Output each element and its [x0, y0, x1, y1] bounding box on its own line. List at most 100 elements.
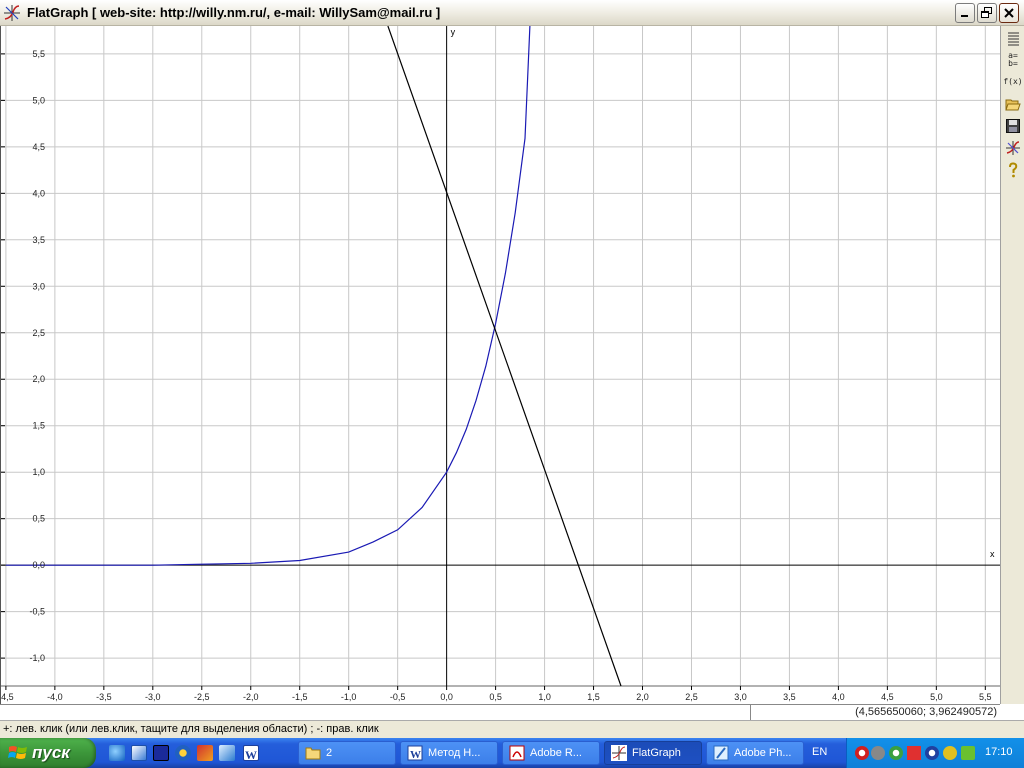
- series-line-1: [5, 25, 531, 566]
- word-quicklaunch-icon[interactable]: W: [243, 745, 259, 762]
- x-tick-label: -3,5: [96, 692, 112, 702]
- minimize-icon: [961, 15, 968, 17]
- task-word[interactable]: W Метод Н...: [400, 741, 498, 765]
- flatgraph-app-icon[interactable]: [3, 4, 21, 22]
- system-tray: 17:10: [846, 738, 1024, 768]
- axes: xy: [1, 26, 1000, 687]
- task-folder[interactable]: 2: [298, 741, 396, 765]
- x-tick-label: 3,0: [734, 692, 747, 702]
- x-axis-label: x: [990, 549, 995, 559]
- save-icon: [1006, 119, 1020, 133]
- ie-quicklaunch-icon[interactable]: [109, 745, 125, 761]
- x-tick-label: -2,0: [243, 692, 259, 702]
- x-tick-label: 5,5: [979, 692, 992, 702]
- graph-canvas[interactable]: xy -4,5-4,0-3,5-3,0-2,5-2,0-1,5-1,0-0,50…: [0, 25, 1000, 704]
- task-label: Adobe Ph...: [734, 747, 792, 759]
- close-icon: [1004, 8, 1014, 18]
- media-player-quicklaunch-icon[interactable]: [175, 745, 191, 761]
- list-button[interactable]: [1003, 28, 1023, 48]
- y-tick-label: 2,5: [32, 328, 45, 338]
- network-tray-icon[interactable]: [889, 746, 903, 760]
- minimize-button[interactable]: [955, 3, 975, 23]
- word-glyph: W: [245, 748, 257, 762]
- x-tick-label: 5,0: [930, 692, 943, 702]
- curves: [5, 25, 622, 687]
- coordinates-row: (4,565650060; 3,962490572): [0, 704, 1000, 721]
- taskbar: пуск W 2 W Метод Н... Adobe R... FlatGra…: [0, 738, 1024, 768]
- plot-svg[interactable]: xy -4,5-4,0-3,5-3,0-2,5-2,0-1,5-1,0-0,50…: [0, 25, 1000, 704]
- task-label: FlatGraph: [632, 747, 681, 759]
- app-quicklaunch-icon[interactable]: [153, 745, 169, 761]
- task-photoshop[interactable]: Adobe Ph...: [706, 741, 804, 765]
- series-line-2: [387, 25, 622, 687]
- x-tick-label: 1,5: [587, 692, 600, 702]
- x-tick-label: 2,5: [685, 692, 698, 702]
- task-acrobat[interactable]: Adobe R...: [502, 741, 600, 765]
- open-button[interactable]: [1003, 94, 1023, 114]
- svg-text:W: W: [245, 748, 257, 761]
- restore-icon: [981, 7, 992, 18]
- start-label: пуск: [32, 743, 70, 762]
- language-indicator[interactable]: EN: [812, 746, 827, 758]
- x-tick-label: -1,5: [292, 692, 308, 702]
- y-tick-label: 2,0: [32, 374, 45, 384]
- media-tray-icon[interactable]: [871, 746, 885, 760]
- help-button[interactable]: [1003, 160, 1023, 180]
- svg-text:W: W: [410, 749, 421, 761]
- status-bar: +: лев. клик (или лев.клик, тащите для в…: [0, 720, 1024, 738]
- update-tray-icon[interactable]: [907, 746, 921, 760]
- y-tick-label: 3,0: [32, 281, 45, 291]
- graph-icon: [1006, 141, 1020, 155]
- list-icon: [1008, 32, 1019, 46]
- acrobat-icon: [509, 745, 525, 761]
- function-button[interactable]: f(x): [1003, 72, 1023, 92]
- x-tick-label: -2,5: [194, 692, 210, 702]
- x-tick-label: -1,0: [341, 692, 357, 702]
- y-tick-label: -0,5: [29, 607, 45, 617]
- close-button[interactable]: [999, 3, 1019, 23]
- y-tick-label: 1,0: [32, 467, 45, 477]
- battery-tray-icon[interactable]: [961, 746, 975, 760]
- folder-icon: [305, 747, 321, 760]
- y-tick-label: 4,0: [32, 188, 45, 198]
- y-tick-label: 0,5: [32, 514, 45, 524]
- assign-icon: a= b=: [1008, 51, 1018, 68]
- y-tick-label: -1,0: [29, 653, 45, 663]
- x-tick-label: 3,5: [783, 692, 796, 702]
- x-tick-label: 1,0: [538, 692, 551, 702]
- restore-button[interactable]: [977, 3, 997, 23]
- x-tick-label: 0,0: [440, 692, 453, 702]
- task-flatgraph[interactable]: FlatGraph: [604, 741, 702, 765]
- clock: 17:10: [985, 746, 1013, 758]
- coordinates-readout: (4,565650060; 3,962490572): [750, 705, 1000, 721]
- start-button[interactable]: пуск: [0, 738, 96, 768]
- tool-quicklaunch-icon[interactable]: [197, 745, 213, 761]
- grid-lines: [1, 26, 1000, 686]
- title-bar[interactable]: FlatGraph [ web-site: http://willy.nm.ru…: [0, 0, 1024, 26]
- x-tick-label: 2,0: [636, 692, 649, 702]
- window-title: FlatGraph [ web-site: http://willy.nm.ru…: [27, 5, 441, 20]
- bluetooth-tray-icon[interactable]: [925, 746, 939, 760]
- right-toolbar: a= b= f(x): [1000, 26, 1024, 704]
- antivirus-tray-icon[interactable]: [855, 746, 869, 760]
- y-tick-label: 0,0: [32, 560, 45, 570]
- task-label: Метод Н...: [428, 747, 481, 759]
- desktop-quicklaunch-icon[interactable]: [131, 745, 147, 761]
- assign-button[interactable]: a= b=: [1003, 50, 1023, 70]
- word-icon: W: [407, 745, 423, 761]
- y-tick-label: 5,5: [32, 49, 45, 59]
- status-text: +: лев. клик (или лев.клик, тащите для в…: [3, 723, 379, 735]
- x-tick-label: -3,0: [145, 692, 161, 702]
- x-tick-label: -0,5: [390, 692, 406, 702]
- windows-logo-icon: [8, 746, 27, 759]
- x-tick-label: 4,5: [881, 692, 894, 702]
- photoshop-quicklaunch-icon[interactable]: [219, 745, 235, 761]
- task-label: Adobe R...: [530, 747, 582, 759]
- save-button[interactable]: [1003, 116, 1023, 136]
- y-tick-label: 4,5: [32, 142, 45, 152]
- photoshop-icon: [713, 745, 729, 761]
- drive-tray-icon[interactable]: [943, 746, 957, 760]
- x-tick-label: -4,5: [1, 692, 14, 702]
- y-tick-label: 1,5: [32, 421, 45, 431]
- graph-button[interactable]: [1003, 138, 1023, 158]
